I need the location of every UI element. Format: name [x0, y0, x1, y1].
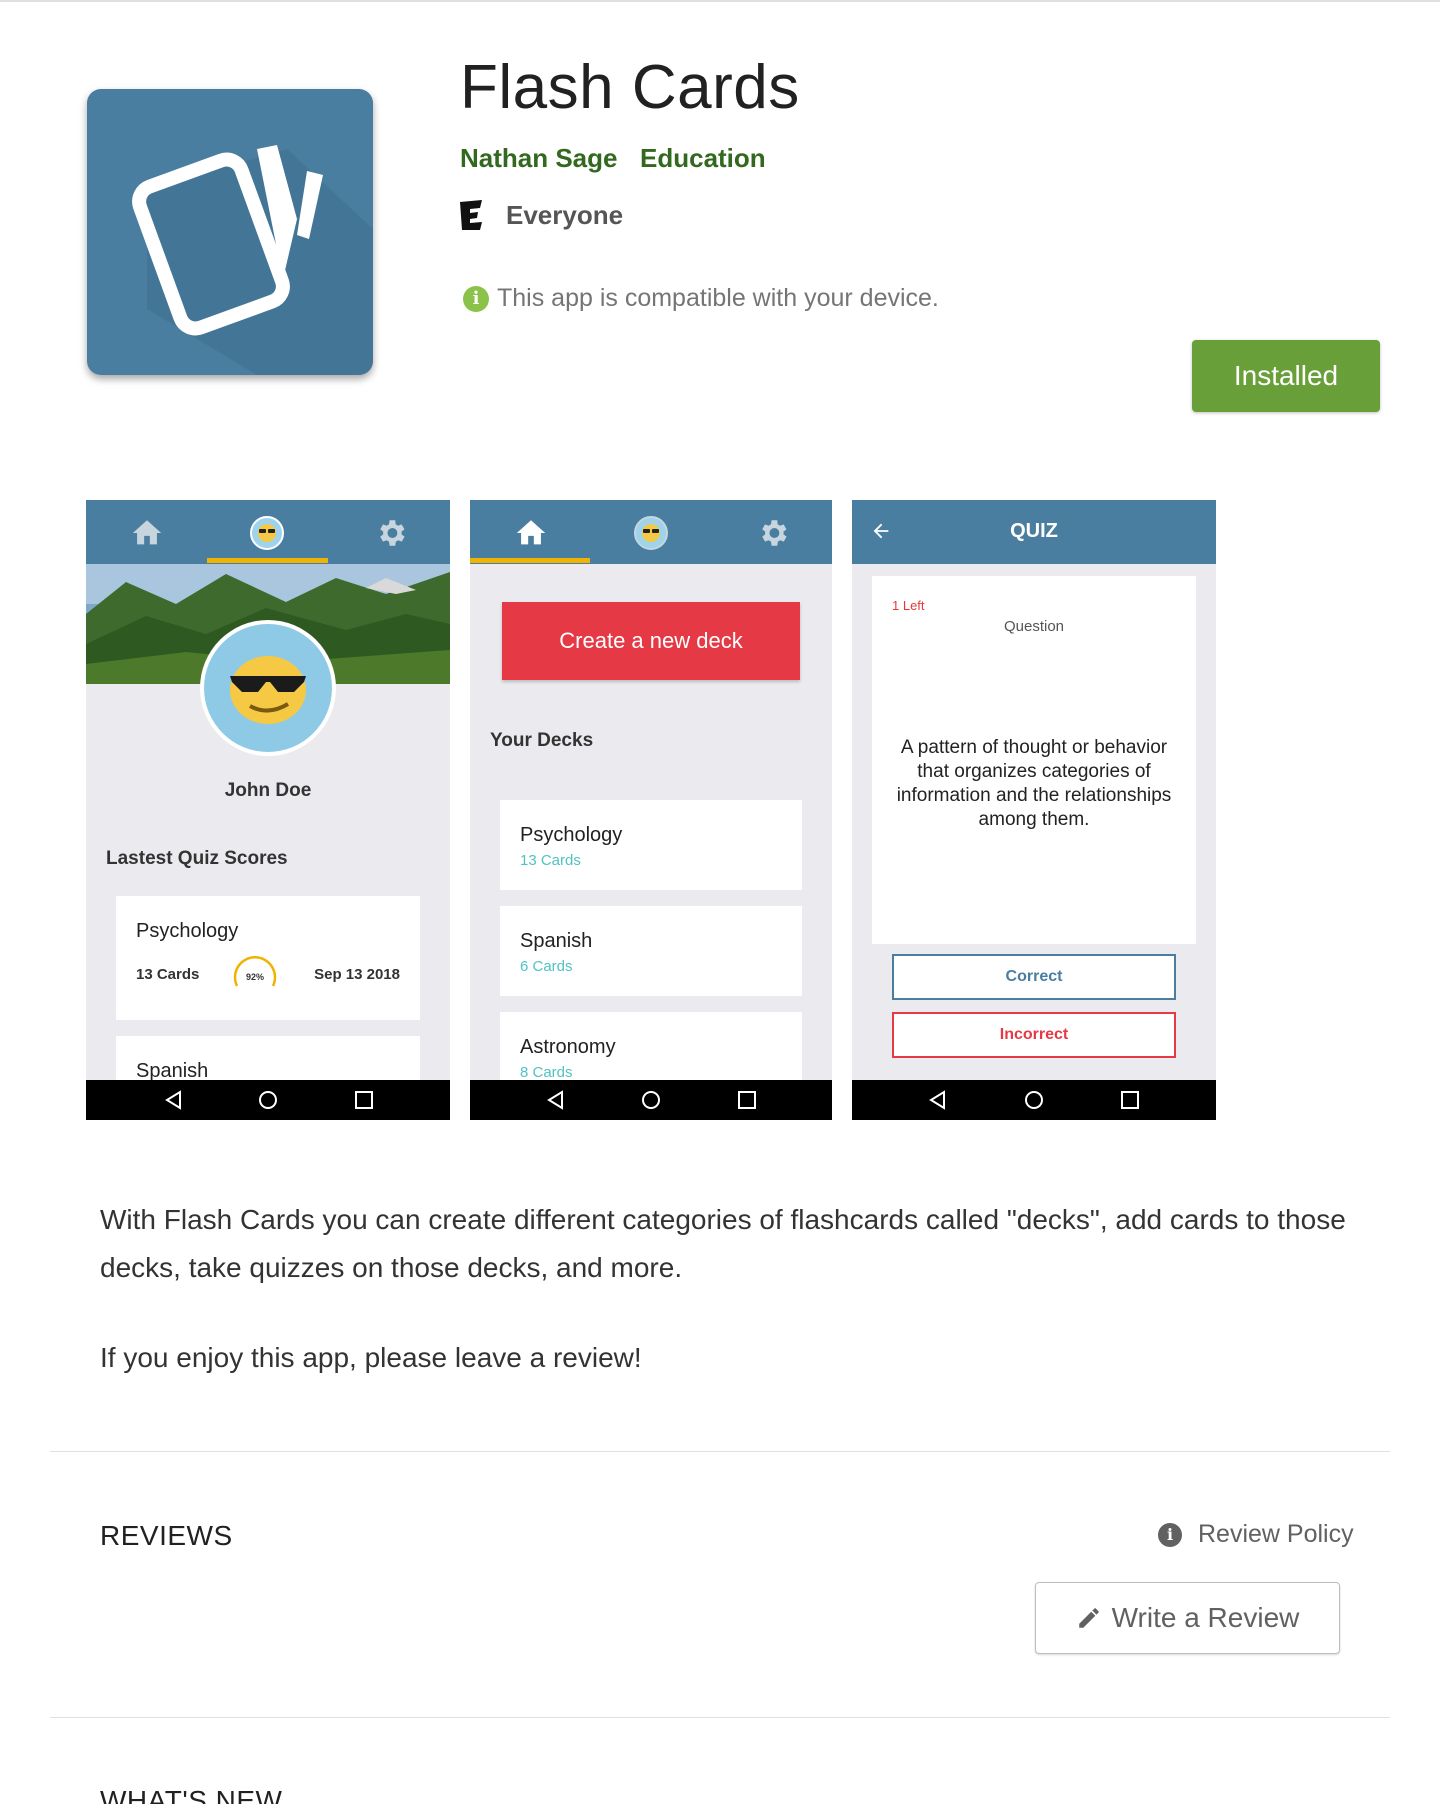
deck-item[interactable]: Psychology 13 Cards [500, 800, 802, 890]
write-review-label: Write a Review [1111, 1602, 1300, 1633]
screenshot-quiz[interactable]: QUIZ 1 Left Question A pattern of though… [852, 500, 1216, 1120]
review-policy-label: Review Policy [1198, 1520, 1354, 1548]
profile-user-name: John Doe [224, 780, 312, 801]
section-divider [50, 1717, 1390, 1718]
score-deck-name: Psychology [136, 920, 239, 942]
app-icon [87, 89, 373, 375]
quiz-title: QUIZ [1010, 520, 1058, 542]
settings-gear-icon [380, 520, 405, 546]
installed-button[interactable]: Installed [1192, 340, 1380, 412]
app-description: With Flash Cards you can create differen… [100, 1204, 1346, 1283]
home-nav-icon[interactable] [256, 1088, 280, 1112]
write-review-button[interactable]: Write a Review [1035, 1582, 1340, 1654]
deck-item-name: Astronomy [520, 1036, 616, 1058]
quiz-score-card[interactable]: Psychology 13 Cards 92% Sep 13 2018 [116, 896, 420, 1020]
app-title: Flash Cards [460, 53, 800, 122]
create-deck-button[interactable]: Create a new deck [502, 602, 800, 680]
score-date: Sep 13 2018 [314, 966, 400, 983]
deck-item-count: 6 Cards [520, 958, 573, 975]
deck-item-count: 13 Cards [520, 852, 581, 869]
profile-emoji-icon [250, 516, 284, 550]
question-text: A pattern of thought or behavior that or… [896, 737, 1172, 830]
section-divider [50, 1451, 1390, 1452]
flash-cards-logo-icon [132, 145, 373, 375]
top-divider [0, 0, 1440, 2]
android-nav-bar [470, 1080, 832, 1120]
active-tab-indicator [207, 558, 328, 563]
settings-gear-icon [762, 520, 787, 546]
pencil-icon [1078, 1608, 1099, 1628]
category-link[interactable]: Education [640, 143, 766, 174]
review-policy-link[interactable]: i Review Policy [1158, 1520, 1354, 1549]
question-card[interactable]: 1 Left Question A pattern of thought or … [872, 576, 1196, 944]
deck-item[interactable]: Spanish 6 Cards [500, 906, 802, 996]
android-nav-bar [852, 1080, 1216, 1120]
recents-nav-icon[interactable] [1118, 1088, 1142, 1112]
screenshot-decks[interactable]: Create a new deck Your Decks Psychology … [470, 500, 832, 1120]
compatibility-notice: i This app is compatible with your devic… [463, 284, 939, 313]
question-label: Question [1003, 618, 1065, 635]
cards-left: 1 Left [892, 598, 925, 613]
correct-button[interactable]: Correct [892, 954, 1176, 1000]
content-rating-label: Everyone [506, 199, 624, 230]
deck-item-name: Spanish [520, 930, 593, 952]
android-nav-bar [86, 1080, 450, 1120]
esrb-everyone-icon [460, 200, 482, 230]
tab-bar [86, 500, 450, 564]
whats-new-heading: WHAT'S NEW [100, 1785, 283, 1804]
info-icon: i [1158, 1522, 1182, 1547]
home-icon [516, 520, 546, 545]
score-card-count: 13 Cards [136, 966, 200, 983]
recents-nav-icon[interactable] [352, 1088, 376, 1112]
active-tab-indicator [470, 558, 590, 563]
tab-bar [470, 500, 832, 564]
decks-section-title: Your Decks [490, 730, 594, 751]
reviews-heading: REVIEWS [100, 1520, 233, 1551]
back-nav-icon[interactable] [162, 1088, 186, 1112]
avatar [200, 620, 336, 756]
home-icon [132, 520, 162, 545]
back-nav-icon[interactable] [926, 1088, 950, 1112]
profile-emoji-icon [634, 516, 668, 550]
back-nav-icon[interactable] [544, 1088, 568, 1112]
score-percent: 92% [245, 972, 264, 982]
recents-nav-icon[interactable] [735, 1088, 759, 1112]
developer-link[interactable]: Nathan Sage [460, 143, 618, 174]
home-nav-icon[interactable] [639, 1088, 663, 1112]
home-nav-icon[interactable] [1022, 1088, 1046, 1112]
deck-item-name: Psychology [520, 824, 623, 846]
app-description-review-prompt: If you enjoy this app, please leave a re… [100, 1342, 642, 1373]
incorrect-button[interactable]: Incorrect [892, 1012, 1176, 1058]
deck-item-count: 8 Cards [520, 1064, 573, 1081]
compatibility-text: This app is compatible with your device. [497, 284, 939, 312]
content-rating: Everyone [460, 198, 623, 232]
profile-section-title: Lastest Quiz Scores [106, 848, 288, 869]
info-icon: i [463, 285, 489, 312]
quiz-app-bar: QUIZ [852, 500, 1216, 564]
screenshot-profile[interactable]: John Doe Lastest Quiz Scores Psychology … [86, 500, 450, 1120]
